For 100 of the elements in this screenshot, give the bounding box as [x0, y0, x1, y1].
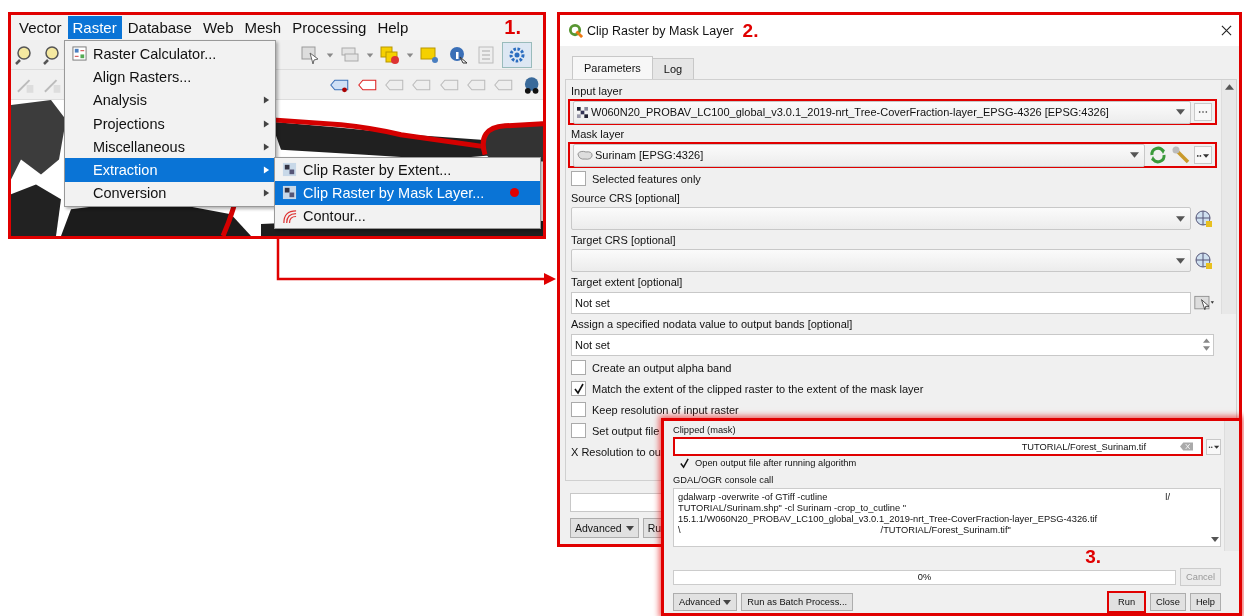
spinner-arrows-icon	[1203, 338, 1210, 351]
pin-icon[interactable]	[420, 44, 440, 65]
shapes-icon[interactable]	[380, 44, 400, 65]
menu-item[interactable]: Align Rasters...	[65, 65, 275, 89]
menu-item[interactable]: Clip Raster by Mask Layer...	[275, 181, 540, 205]
field-label: X Resolution to ou	[571, 445, 661, 458]
layer-dropdown[interactable]: W060N20_PROBAV_LC100_global_v3.0.1_2019-nrt_Tree-CoverFraction-layer_EPSG-4326 [EPSG:4326]	[573, 100, 1191, 124]
scrollbar[interactable]	[1221, 80, 1236, 314]
checkbox-label: Open output file after running algorithm	[695, 457, 857, 469]
tab[interactable]: Parameters	[572, 56, 653, 79]
browse-button[interactable]	[1194, 103, 1212, 121]
menu-item[interactable]: Vector	[14, 16, 67, 39]
button[interactable]: Run	[1107, 591, 1147, 613]
clear-icon[interactable]	[1180, 442, 1193, 451]
button[interactable]: Advanced	[673, 593, 738, 611]
menu-item[interactable]: Conversion	[65, 181, 275, 206]
menu-item[interactable]: Raster	[67, 16, 122, 39]
raster-icon	[282, 162, 297, 178]
submenu-arrow-icon	[263, 165, 270, 176]
ellipsis-dropdown-icon	[1196, 152, 1210, 158]
scroll-down-icon[interactable]	[1210, 537, 1219, 542]
checkbox[interactable]	[679, 457, 690, 469]
menu-item-label: Projections	[93, 115, 165, 132]
info-icon[interactable]	[448, 44, 468, 65]
console-text: /TUTORIAL/Forest_Surinam.tif"	[880, 524, 1011, 536]
button[interactable]: Help	[1189, 593, 1221, 611]
submenu-arrow-icon	[263, 188, 270, 199]
console-text-area[interactable]	[673, 487, 1221, 547]
output-file-field[interactable]: TUTORIAL/Forest_Surinam.tif	[673, 437, 1203, 456]
console-text: TUTORIAL/Surinam.shp" -cl Surinam -crop_to_cutline "	[678, 502, 907, 514]
field-label: Assign a specified nodata value to output bands [optional]	[571, 317, 853, 330]
button[interactable]: Ru	[642, 518, 664, 538]
menu-item[interactable]: Clip Raster by Extent...	[275, 158, 540, 182]
options-button[interactable]	[1194, 146, 1212, 164]
button[interactable]: Advanced	[570, 518, 639, 538]
checkbox-label: Create an output alpha band	[592, 361, 732, 374]
layer-dropdown[interactable]: Surinam [EPSG:4326]	[573, 143, 1145, 167]
button[interactable]: Close	[1150, 593, 1186, 611]
button[interactable]: Run as Batch Process...	[741, 593, 854, 611]
text-field[interactable]: Not set	[571, 291, 1191, 314]
checkbox-label: Selected features only	[592, 172, 701, 185]
menu-item[interactable]: Contour...	[275, 204, 540, 228]
checkbox[interactable]	[571, 423, 586, 438]
selection-icon[interactable]	[300, 44, 320, 65]
step-number: 3.	[1085, 547, 1101, 567]
polygon-icon	[577, 149, 593, 161]
window-title: Clip Raster by Mask Layer	[587, 23, 734, 38]
calculator-icon	[72, 46, 87, 62]
scrollbar[interactable]	[1224, 421, 1239, 551]
field-label: Target CRS [optional]	[571, 233, 676, 246]
step-number: 1.	[504, 16, 521, 39]
console-text: gdalwarp -overwrite -of GTiff -cutline	[678, 491, 828, 503]
menu-item-label: Miscellaneous	[93, 138, 185, 155]
menu-item[interactable]: Processing	[287, 16, 372, 39]
ellipsis-icon	[1198, 110, 1208, 114]
text-field[interactable]: Not set	[571, 333, 1214, 356]
checkbox-label: Match the extent of the clipped raster to the extent of the mask layer	[592, 382, 924, 395]
menu-item-label: Extraction	[93, 162, 158, 179]
options-button[interactable]	[1206, 438, 1221, 455]
menu-item[interactable]: Web	[197, 16, 239, 39]
menu-item-label: Raster Calculator...	[93, 45, 217, 62]
menu-item[interactable]: Help	[372, 16, 414, 39]
console-text: 15.1.1/W060N20_PROBAV_LC100_global_v3.0.1_2019-nrt_Tree-CoverFraction-layer_EPSG-4326.tif	[678, 513, 1098, 525]
refresh-icon[interactable]	[1148, 145, 1168, 165]
checkbox-label: Keep resolution of input raster	[592, 403, 739, 416]
layers-icon[interactable]	[340, 44, 360, 65]
tab[interactable]: Log	[651, 58, 695, 79]
field-label: Mask layer	[571, 127, 625, 140]
dropdown-arrow-icon	[1176, 109, 1185, 115]
checkbox-label: Set output file	[592, 424, 660, 437]
dropdown-arrow-icon	[1130, 152, 1139, 158]
menu-item-label: Contour...	[303, 208, 366, 225]
checkbox[interactable]	[571, 171, 586, 186]
field-label: Target extent [optional]	[571, 275, 683, 288]
console-text: \	[678, 524, 681, 536]
checkbox[interactable]	[571, 381, 586, 396]
submenu-arrow-icon	[263, 118, 270, 129]
menu-item[interactable]: Database	[122, 16, 197, 39]
console-text: l/	[1165, 491, 1170, 503]
caret-icon	[625, 525, 634, 531]
scroll-up-icon[interactable]	[1224, 84, 1234, 90]
field-label: Input layer	[571, 84, 623, 97]
settings-button[interactable]	[502, 41, 532, 68]
close-icon[interactable]	[1221, 25, 1232, 36]
checkbox[interactable]	[571, 402, 586, 417]
menu-item[interactable]: Miscellaneous	[65, 135, 275, 159]
dropdown-arrow-icon	[1176, 215, 1185, 222]
menu-item[interactable]: Extraction	[65, 158, 275, 182]
menu-item[interactable]: Analysis	[65, 88, 275, 112]
raster-icon	[577, 106, 588, 118]
menu-item[interactable]: Mesh	[239, 16, 287, 39]
menu-item[interactable]: Projections	[65, 111, 275, 136]
menu-item-label: Analysis	[93, 92, 147, 109]
menu-item-label: Conversion	[93, 185, 167, 202]
checkbox[interactable]	[571, 360, 586, 375]
field-label: Source CRS [optional]	[571, 191, 680, 204]
contour-icon	[282, 208, 297, 224]
step-number: 2.	[742, 19, 759, 42]
submenu-arrow-icon	[263, 141, 270, 152]
field-label: GDAL/OGR console call	[673, 474, 775, 486]
